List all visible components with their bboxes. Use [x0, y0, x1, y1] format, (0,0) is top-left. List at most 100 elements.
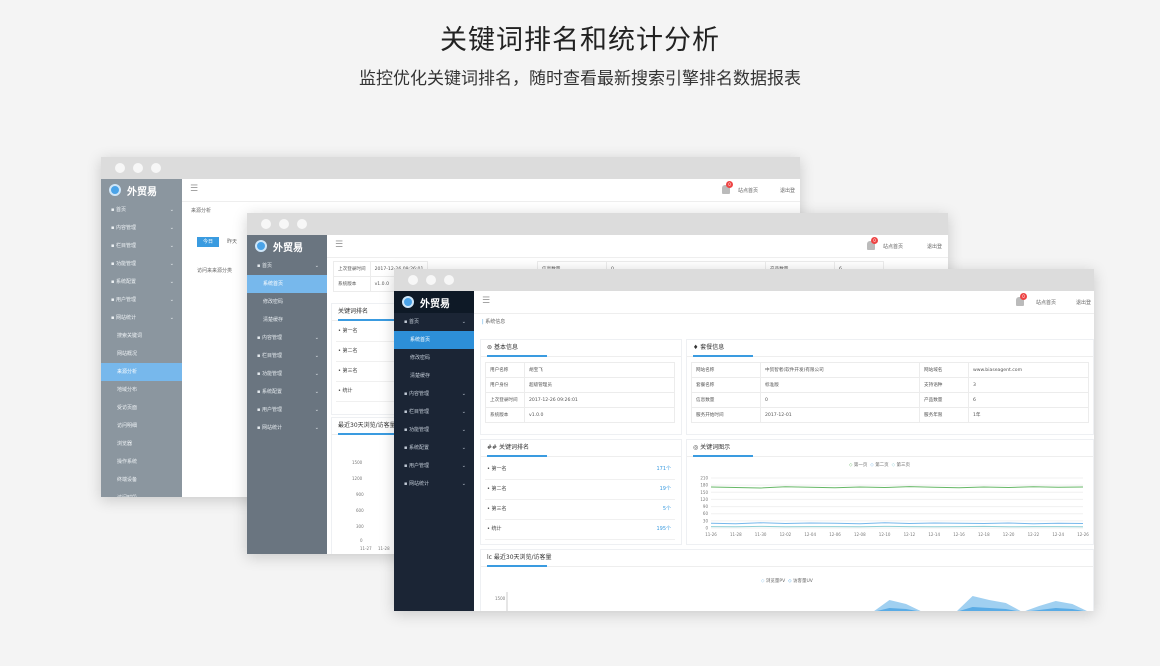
x-tick: 11-26 [705, 532, 717, 537]
visits-panel: lc 最近30天浏览/访客量 ◇ 浏览量PV ◇ 访客量UV 1500 [480, 549, 1094, 611]
info-key: 套餐名称 [691, 377, 761, 393]
info-value: 2017-12-01 [760, 407, 920, 423]
site-home-link[interactable]: 站点首页 [738, 187, 758, 194]
sidebar-item[interactable]: 修改密码 [394, 349, 474, 367]
app-logo[interactable]: 外贸易 [247, 235, 327, 257]
sidebar-item-label: ▪ 内容管理 [111, 225, 136, 231]
info-value: 6 [968, 392, 1089, 408]
window-close-dot[interactable] [115, 163, 125, 173]
sidebar-item[interactable]: ▪ 系统配置 ⌄ [394, 439, 474, 457]
sidebar-item[interactable]: ▪ 内容管理 ⌄ [247, 329, 327, 347]
legend-item: 访客量UV [792, 579, 813, 584]
menu-icon[interactable]: ☰ [190, 184, 198, 194]
sidebar-item[interactable]: ▪ 网站统计 ⌄ [101, 309, 182, 327]
menu-icon[interactable]: ☰ [335, 240, 343, 250]
sidebar-item[interactable]: 地域分布 [101, 381, 182, 399]
sidebar-item[interactable]: 来源分析 [101, 363, 182, 381]
y-tick: 60 [703, 511, 709, 516]
table-row: 服务开始时间 2017-12-01 服务年限 1年 [691, 407, 1089, 423]
x-tick: 12-04 [804, 532, 816, 537]
sidebar-item[interactable]: ▪ 首页 ⌄ [247, 257, 327, 275]
window-maximize-dot[interactable] [151, 163, 161, 173]
window-maximize-dot[interactable] [297, 219, 307, 229]
sidebar-item[interactable]: 访问明细 [101, 417, 182, 435]
sidebar-item[interactable]: ▪ 系统配置 ⌄ [101, 273, 182, 291]
visits-chart [506, 592, 1087, 611]
sidebar-item[interactable]: ▪ 内容管理 ⌄ [394, 385, 474, 403]
sidebar-item[interactable]: 系统首页 [394, 331, 474, 349]
keyword-rank-panel: ## 关键词排名 • 第一名 171个 • 第二名 19个 • 第三名 5个 • 统计… [480, 439, 682, 545]
sidebar-item[interactable]: ▪ 栏目管理 ⌄ [247, 347, 327, 365]
sidebar-item[interactable]: ▪ 用户管理 ⌄ [247, 401, 327, 419]
sidebar-item[interactable]: 浏览器 [101, 435, 182, 453]
sidebar-item-label: 终端设备 [117, 477, 138, 483]
chevron-down-icon: ⌄ [461, 481, 466, 487]
logo-icon [402, 296, 414, 308]
sidebar-item[interactable]: ▪ 系统配置 ⌄ [247, 383, 327, 401]
y-tick: 30 [703, 518, 709, 523]
legend-item: 第一页 [853, 463, 868, 468]
window-minimize-dot[interactable] [279, 219, 289, 229]
rank-value: 5个 [662, 506, 671, 512]
notification-badge: 0 [871, 237, 878, 244]
logout-link[interactable]: 退出登 [927, 243, 942, 250]
app-logo[interactable]: 外贸易 [101, 179, 182, 201]
sidebar-item[interactable]: 终端设备 [101, 471, 182, 489]
sidebar-item-label: 网站概况 [117, 351, 138, 357]
sidebar-item[interactable]: ▪ 网站统计 ⌄ [394, 475, 474, 493]
sidebar-item[interactable]: 访问时段 [101, 489, 182, 497]
sidebar-item-label: ▪ 栏目管理 [257, 353, 282, 359]
sidebar-item-label: 来源分析 [117, 369, 138, 375]
sidebar-item[interactable]: ▪ 栏目管理 ⌄ [101, 237, 182, 255]
sidebar-item[interactable]: ▪ 首页 ⌄ [394, 313, 474, 331]
window-minimize-dot[interactable] [426, 275, 436, 285]
list-item: • 统计 195个 [485, 520, 675, 540]
sidebar-item[interactable]: ▪ 网站统计 ⌄ [247, 419, 327, 437]
sidebar-item[interactable]: 修改密码 [247, 293, 327, 311]
panel-title-text: 关键词图示 [700, 444, 731, 451]
sidebar-item[interactable]: 清楚缓存 [394, 367, 474, 385]
logo-icon [109, 184, 121, 196]
info-value: v1.0.0 [524, 407, 675, 423]
tab-today[interactable]: 今日 [197, 237, 219, 247]
sidebar-item[interactable]: ▪ 内容管理 ⌄ [101, 219, 182, 237]
sidebar-item[interactable]: 搜索关键词 [101, 327, 182, 345]
sidebar-item[interactable]: 操作系统 [101, 453, 182, 471]
info-key: 服务年限 [919, 407, 969, 423]
sidebar-item[interactable]: 系统首页 [247, 275, 327, 293]
sidebar-item[interactable]: ▪ 首页 ⌄ [101, 201, 182, 219]
sidebar-item[interactable]: ▪ 用户管理 ⌄ [394, 457, 474, 475]
window-close-dot[interactable] [408, 275, 418, 285]
menu-icon[interactable]: ☰ [482, 296, 490, 306]
y-tick: 150 [700, 490, 708, 495]
sidebar-item[interactable]: ▪ 功能管理 ⌄ [101, 255, 182, 273]
rank-value: 19个 [659, 486, 671, 492]
notification-badge: 0 [1020, 293, 1027, 300]
window-close-dot[interactable] [261, 219, 271, 229]
logout-link[interactable]: 退出登 [1076, 299, 1091, 306]
chevron-down-icon: ⌄ [169, 243, 174, 249]
rank-label: 第一名 [342, 328, 358, 334]
site-home-link[interactable]: 站点首页 [1036, 299, 1056, 306]
window-minimize-dot[interactable] [133, 163, 143, 173]
tab-yesterday[interactable]: 昨天 [221, 237, 243, 247]
rank-label: 第二名 [491, 486, 507, 492]
window-maximize-dot[interactable] [444, 275, 454, 285]
app-logo[interactable]: 外贸易 [394, 291, 474, 313]
sidebar-item[interactable]: 网站概况 [101, 345, 182, 363]
info-key: 用户名称 [485, 362, 525, 378]
sidebar-item[interactable]: ▪ 功能管理 ⌄ [394, 421, 474, 439]
sidebar-item[interactable]: 受访页面 [101, 399, 182, 417]
rank-list: • 第一名 171个 • 第二名 19个 • 第三名 5个 • 统计 195个 [485, 460, 675, 540]
x-tick: 11-30 [755, 532, 767, 537]
sidebar-item[interactable]: 清楚缓存 [247, 311, 327, 329]
sidebar-item[interactable]: ▪ 用户管理 ⌄ [101, 291, 182, 309]
table-row: 用户身份 超级管理员 [485, 377, 675, 393]
site-home-link[interactable]: 站点首页 [883, 243, 903, 250]
sidebar-item[interactable]: ▪ 栏目管理 ⌄ [394, 403, 474, 421]
logout-link[interactable]: 退出登 [780, 187, 795, 194]
rank-list: • 第一名 • 第二名 • 第三名 • 统计 [336, 322, 396, 402]
keyword-trend-chart: 210 180 150 120 90 60 30 011-26 11-28 11-30 12-02 1… [700, 476, 1089, 538]
sidebar-item[interactable]: ▪ 功能管理 ⌄ [247, 365, 327, 383]
chevron-down-icon: ⌄ [314, 425, 319, 431]
